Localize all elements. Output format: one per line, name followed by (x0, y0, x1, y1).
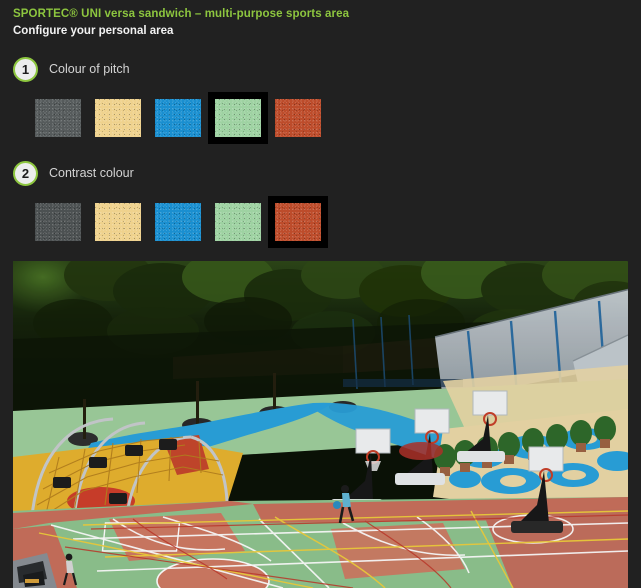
swatch-option-green[interactable] (208, 196, 268, 248)
swatch-colour-sand (95, 203, 141, 241)
swatch-colour-red (275, 203, 321, 241)
page-title: SPORTEC® UNI versa sandwich – multi-purp… (13, 8, 350, 20)
step-header: 1 Colour of pitch (13, 55, 623, 83)
swatch-colour-grey (35, 99, 81, 137)
swatch-row-colour-of-pitch (28, 92, 623, 144)
swatch-colour-red (275, 99, 321, 137)
step-contrast-colour: 2 Contrast colour (13, 159, 623, 248)
step-number-badge: 1 (13, 56, 38, 82)
step-label: Contrast colour (49, 166, 134, 180)
swatch-option-blue[interactable] (148, 92, 208, 144)
swatch-colour-green (215, 203, 261, 241)
swatch-colour-blue (155, 203, 201, 241)
swatch-colour-sand (95, 99, 141, 137)
header: SPORTEC® UNI versa sandwich – multi-purp… (13, 7, 613, 39)
swatch-option-sand[interactable] (88, 92, 148, 144)
swatch-option-blue[interactable] (148, 196, 208, 248)
swatch-option-sand[interactable] (88, 196, 148, 248)
swatch-option-grey[interactable] (28, 196, 88, 248)
step-colour-of-pitch: 1 Colour of pitch (13, 55, 623, 144)
swatch-colour-blue (155, 99, 201, 137)
step-header: 2 Contrast colour (13, 159, 623, 187)
swatch-option-green[interactable] (208, 92, 268, 144)
configurator-app: SPORTEC® UNI versa sandwich – multi-purp… (0, 0, 641, 588)
preview-photo (13, 261, 628, 588)
page-subtitle: Configure your personal area (13, 25, 174, 37)
swatch-option-red[interactable] (268, 92, 328, 144)
step-number-badge: 2 (13, 160, 38, 186)
swatch-row-contrast-colour (28, 196, 623, 248)
swatch-option-grey[interactable] (28, 92, 88, 144)
swatch-colour-grey (35, 203, 81, 241)
swatch-colour-green (215, 99, 261, 137)
step-label: Colour of pitch (49, 62, 130, 76)
swatch-option-red[interactable] (268, 196, 328, 248)
